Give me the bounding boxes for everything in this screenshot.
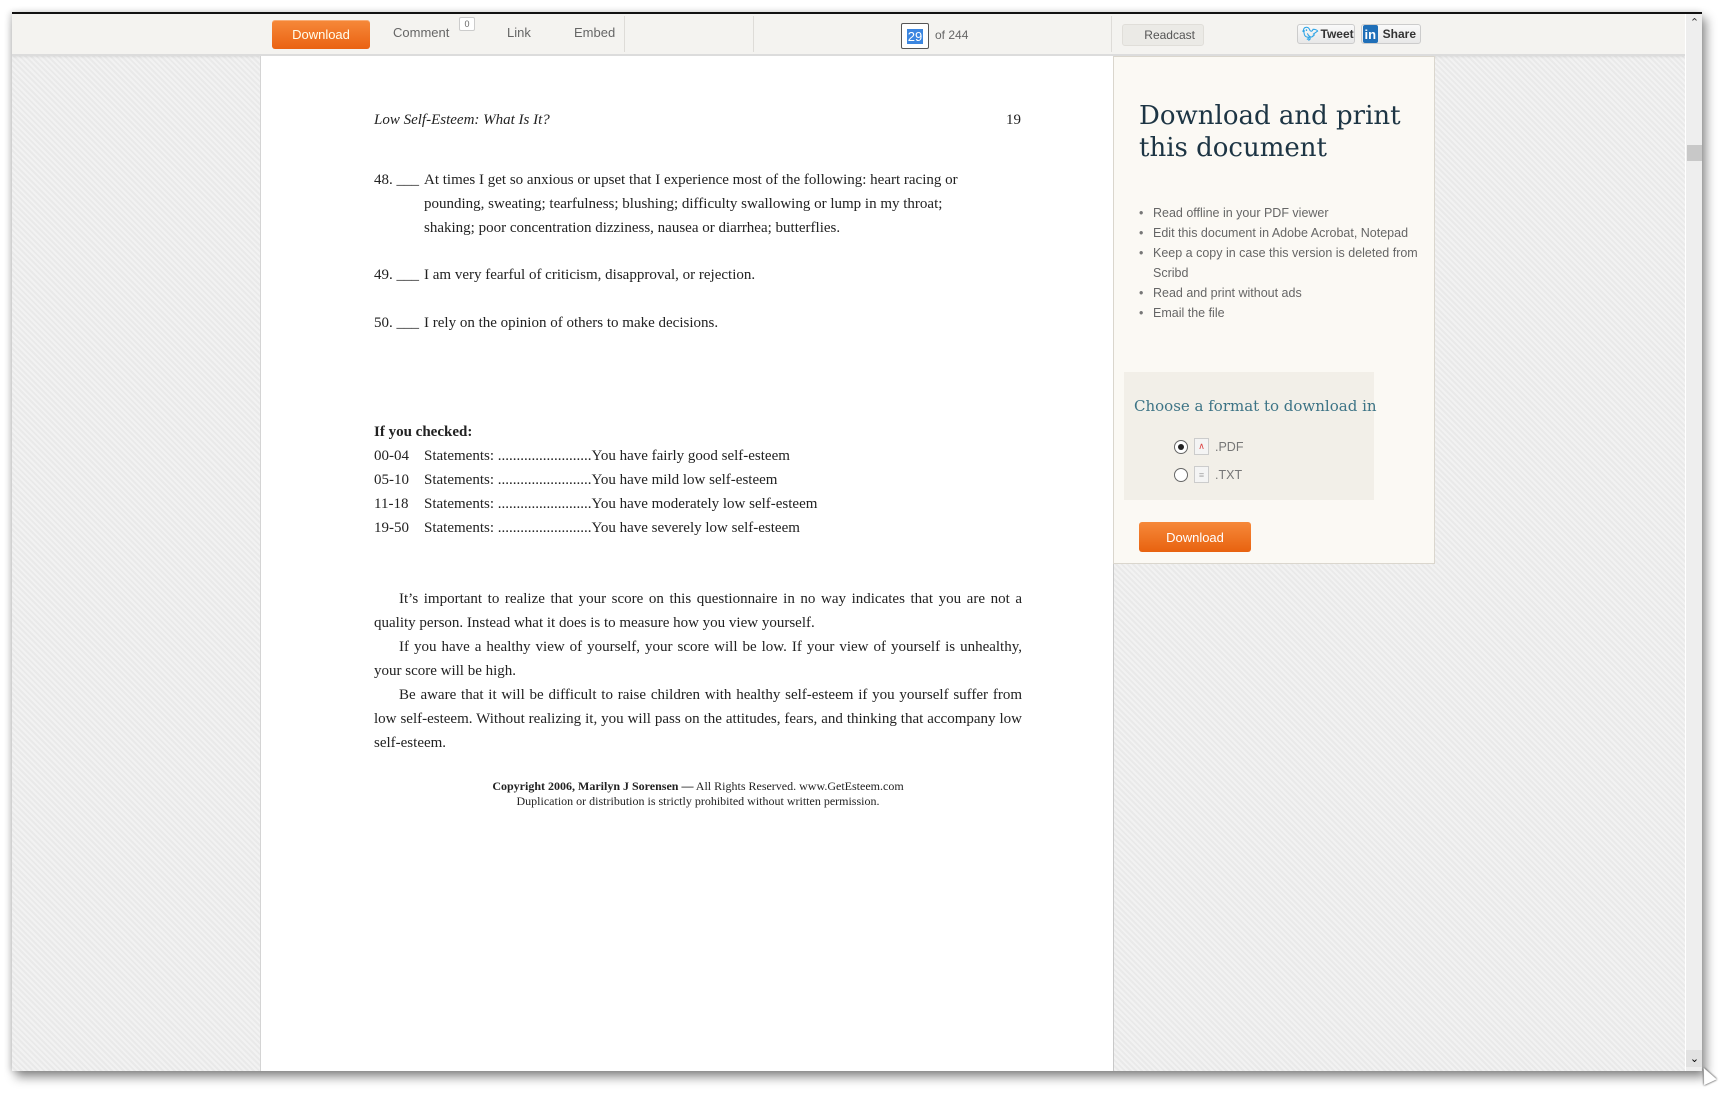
paragraph: It’s important to realize that your scor… — [374, 591, 1022, 631]
comment-count-badge: 0 — [459, 17, 475, 31]
score-text: Statements: .........................You… — [424, 448, 790, 464]
scroll-up-icon[interactable]: ⌃ — [1686, 14, 1702, 31]
copyright-rights: All Rights Reserved. www.GetEsteem.com — [693, 779, 904, 793]
share-label: Share — [1382, 27, 1416, 41]
paragraph: Be aware that it will be difficult to ra… — [374, 687, 1022, 751]
score-text: Statements: .........................You… — [424, 472, 778, 488]
download-panel: Download and print this document Read of… — [1113, 56, 1435, 564]
txt-radio[interactable] — [1174, 467, 1188, 482]
toolbar-divider — [1111, 16, 1112, 52]
scoring-row: 19-50 Statements: .......................… — [374, 520, 800, 537]
score-text: Statements: .........................You… — [424, 496, 818, 512]
paragraph: If you have a healthy view of yourself, … — [374, 639, 1022, 679]
tweet-label: Tweet — [1320, 27, 1354, 41]
format-title: Choose a format to download in — [1134, 397, 1377, 415]
toolbar-divider — [624, 16, 625, 52]
running-header: Low Self-Esteem: What Is It? — [374, 112, 550, 128]
tweet-button[interactable]: 🐦︎ Tweet — [1297, 24, 1355, 44]
page-total: of 244 — [935, 28, 969, 42]
browser-window: Download Comment 0 Link Embed 29 of 244 … — [12, 12, 1702, 1071]
question-number: 50. ___ — [374, 315, 419, 331]
pdf-radio[interactable] — [1174, 439, 1188, 454]
format-option-pdf[interactable]: ∧ .PDF — [1174, 438, 1243, 455]
page-number-value: 29 — [906, 28, 924, 44]
question-item: 49. ___ I am very fearful of criticism, d… — [374, 263, 1034, 287]
twitter-bird-icon: 🐦︎ — [1302, 26, 1319, 41]
copyright-line2: Duplication or distribution is strictly … — [516, 794, 880, 808]
scroll-down-icon[interactable]: ⌄ — [1686, 1050, 1702, 1067]
score-range: 19-50 — [374, 520, 409, 536]
scoring-row: 05-10 Statements: .......................… — [374, 472, 777, 489]
embed-button[interactable]: Embed — [574, 25, 615, 40]
question-text: shaking; poor concentration dizziness, n… — [424, 220, 841, 236]
panel-download-button[interactable]: Download — [1139, 522, 1251, 552]
question-item: 48. ___ At times I get so anxious or upse… — [374, 168, 1034, 240]
question-text: pounding, sweating; tearfulness; blushin… — [424, 196, 943, 212]
question-item: 50. ___ I rely on the opinion of others t… — [374, 311, 1034, 335]
linkedin-icon: in — [1363, 25, 1378, 43]
benefit-item: Email the file — [1139, 303, 1423, 323]
score-range: 00-04 — [374, 448, 409, 464]
page-number: 19 — [1006, 112, 1021, 128]
vertical-scrollbar[interactable]: ⌃ ⌄ — [1685, 14, 1702, 1071]
benefit-item: Keep a copy in case this version is dele… — [1139, 243, 1423, 283]
benefit-item: Edit this document in Adobe Acrobat, Not… — [1139, 223, 1423, 243]
question-text: At times I get so anxious or upset that … — [424, 172, 958, 188]
question-text: I rely on the opinion of others to make … — [424, 315, 719, 331]
format-label: .TXT — [1215, 467, 1243, 482]
comment-button[interactable]: Comment — [393, 25, 449, 40]
score-text: Statements: .........................You… — [424, 520, 800, 536]
scoring-row: 00-04 Statements: .......................… — [374, 448, 790, 465]
benefit-item: Read and print without ads — [1139, 283, 1423, 303]
question-text: I am very fearful of criticism, disappro… — [424, 267, 756, 283]
score-range: 05-10 — [374, 472, 409, 488]
linkedin-share-button[interactable]: in Share — [1361, 24, 1421, 44]
download-button[interactable]: Download — [272, 20, 370, 49]
scoring-row: 11-18 Statements: .......................… — [374, 496, 817, 513]
copyright-author: Copyright 2006, Marilyn J Sorensen — — [492, 779, 694, 793]
format-chooser: Choose a format to download in ∧ .PDF ≡ … — [1124, 372, 1377, 500]
panel-title: Download and print this document — [1139, 101, 1401, 163]
format-label: .PDF — [1215, 439, 1244, 454]
copyright-notice: Copyright 2006, Marilyn J Sorensen — All… — [374, 779, 1022, 809]
format-option-txt[interactable]: ≡ .TXT — [1174, 466, 1242, 483]
document-page: Low Self-Esteem: What Is It? 19 48. ___ A… — [260, 56, 1114, 1071]
scoring-heading: If you checked: — [374, 424, 473, 440]
body-text: It’s important to realize that your scor… — [374, 587, 1022, 755]
toolbar-divider — [753, 16, 754, 52]
text-file-icon: ≡ — [1194, 466, 1209, 483]
question-number: 49. ___ — [374, 267, 419, 283]
toolbar: Download Comment 0 Link Embed 29 of 244 … — [12, 14, 1685, 56]
benefit-item: Read offline in your PDF viewer — [1139, 203, 1423, 223]
pdf-file-icon: ∧ — [1194, 438, 1209, 455]
page-number-input[interactable]: 29 — [901, 23, 929, 49]
link-button[interactable]: Link — [507, 25, 531, 40]
document-viewer: Download Comment 0 Link Embed 29 of 244 … — [12, 14, 1685, 1071]
score-range: 11-18 — [374, 496, 409, 512]
question-number: 48. ___ — [374, 172, 419, 188]
benefits-list: Read offline in your PDF viewer Edit thi… — [1139, 203, 1423, 323]
readcast-button[interactable]: Readcast — [1122, 24, 1204, 46]
scrollbar-thumb[interactable] — [1687, 145, 1702, 161]
